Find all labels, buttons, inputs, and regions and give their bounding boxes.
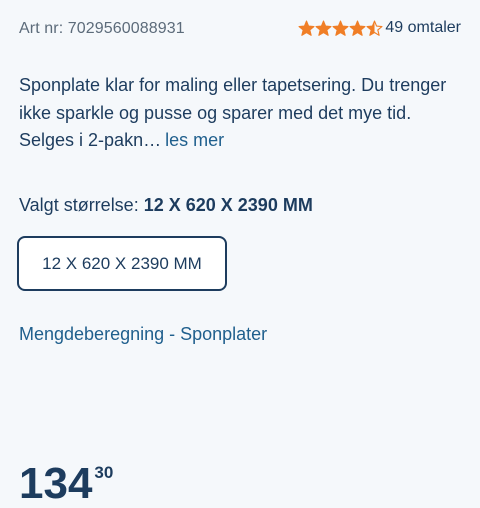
price: 134 30 xyxy=(19,450,114,506)
size-label-value: 12 X 620 X 2390 MM xyxy=(143,195,313,215)
star-icon xyxy=(366,19,383,36)
size-option-button[interactable]: 12 X 620 X 2390 MM xyxy=(17,236,227,291)
read-more-link[interactable]: les mer xyxy=(165,130,224,150)
star-icon xyxy=(298,19,315,36)
rating[interactable]: 49 omtaler xyxy=(298,19,461,37)
star-icon xyxy=(349,19,366,36)
price-main: 134 xyxy=(19,459,93,508)
rating-stars xyxy=(298,19,383,37)
reviews-link[interactable]: 49 omtaler xyxy=(385,19,461,37)
article-number: Art nr: 7029560088931 xyxy=(19,20,185,37)
price-decimals: 30 xyxy=(94,463,114,482)
product-description: Sponplate klar for maling eller tapetser… xyxy=(19,72,464,155)
size-label-text: Valgt størrelse: xyxy=(19,195,139,215)
star-icon xyxy=(332,19,349,36)
selected-size-label: Valgt størrelse: 12 X 620 X 2390 MM xyxy=(19,195,313,216)
description-text: Sponplate klar for maling eller tapetser… xyxy=(19,75,447,150)
star-icon xyxy=(315,19,332,36)
product-header: Art nr: 7029560088931 49 omtaler xyxy=(19,18,461,44)
quantity-calculator-link[interactable]: Mengdeberegning - Sponplater xyxy=(19,324,267,345)
